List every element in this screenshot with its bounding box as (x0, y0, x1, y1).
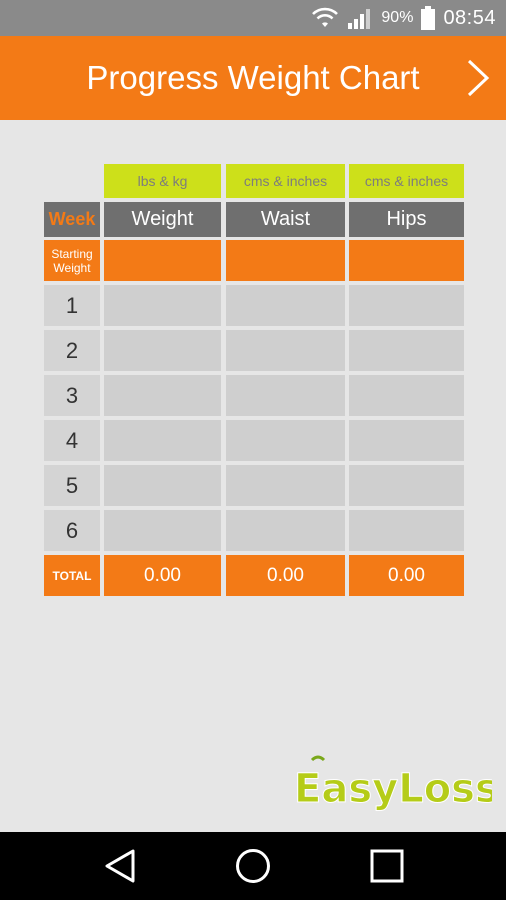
hips-input-week-3[interactable] (349, 375, 464, 416)
starting-weight-input[interactable] (104, 240, 221, 281)
waist-input-week-4[interactable] (226, 420, 345, 461)
weight-input-week-6[interactable] (104, 510, 221, 551)
waist-input-week-6[interactable] (226, 510, 345, 551)
battery-icon (421, 6, 436, 30)
hips-input-week-6[interactable] (349, 510, 464, 551)
week-number: 5 (44, 465, 100, 506)
battery-percent: 90% (381, 9, 414, 26)
week-number: 1 (44, 285, 100, 326)
column-header-weight: Weight (104, 202, 221, 237)
hips-input-week-4[interactable] (349, 420, 464, 461)
waist-input-week-2[interactable] (226, 330, 345, 371)
week-number: 3 (44, 375, 100, 416)
status-icons: 90% 08:54 (311, 0, 496, 36)
total-hips-value: 0.00 (349, 555, 464, 596)
unit-label-hips: cms & inches (349, 164, 464, 198)
total-waist-value: 0.00 (226, 555, 345, 596)
week-header: Week (44, 202, 100, 237)
next-button[interactable] (458, 54, 498, 102)
app-header: Progress Weight Chart (0, 36, 506, 120)
recents-button[interactable] (357, 842, 417, 890)
easyloss-logo: EasyLoss (292, 752, 499, 816)
chevron-right-icon (465, 58, 491, 98)
weight-input-week-5[interactable] (104, 465, 221, 506)
week-number: 4 (44, 420, 100, 461)
starting-weight-label: Starting Weight (44, 240, 100, 281)
weight-input-week-1[interactable] (104, 285, 221, 326)
hips-input-week-5[interactable] (349, 465, 464, 506)
clock: 08:54 (443, 6, 496, 29)
home-button[interactable] (223, 842, 283, 890)
column-header-hips: Hips (349, 202, 464, 237)
waist-input-week-5[interactable] (226, 465, 345, 506)
unit-label-weight: lbs & kg (104, 164, 221, 198)
logo-text: EasyLoss (294, 766, 492, 812)
starting-hips-input[interactable] (349, 240, 464, 281)
week-number: 6 (44, 510, 100, 551)
column-header-waist: Waist (226, 202, 345, 237)
back-button[interactable] (90, 842, 150, 890)
unit-label-waist: cms & inches (226, 164, 345, 198)
hips-input-week-1[interactable] (349, 285, 464, 326)
wifi-icon (311, 7, 339, 29)
signal-icon (347, 6, 373, 30)
weight-input-week-3[interactable] (104, 375, 221, 416)
starting-waist-input[interactable] (226, 240, 345, 281)
home-icon (234, 847, 272, 885)
hips-input-week-2[interactable] (349, 330, 464, 371)
total-label: TOTAL (44, 555, 100, 596)
page-title: Progress Weight Chart (86, 59, 420, 96)
weight-input-week-4[interactable] (104, 420, 221, 461)
waist-input-week-1[interactable] (226, 285, 345, 326)
navigation-bar (0, 832, 506, 900)
recents-icon (369, 848, 405, 884)
status-bar: 90% 08:54 (0, 0, 506, 36)
total-weight-value: 0.00 (104, 555, 221, 596)
weight-input-week-2[interactable] (104, 330, 221, 371)
back-icon (103, 848, 137, 884)
waist-input-week-3[interactable] (226, 375, 345, 416)
week-number: 2 (44, 330, 100, 371)
